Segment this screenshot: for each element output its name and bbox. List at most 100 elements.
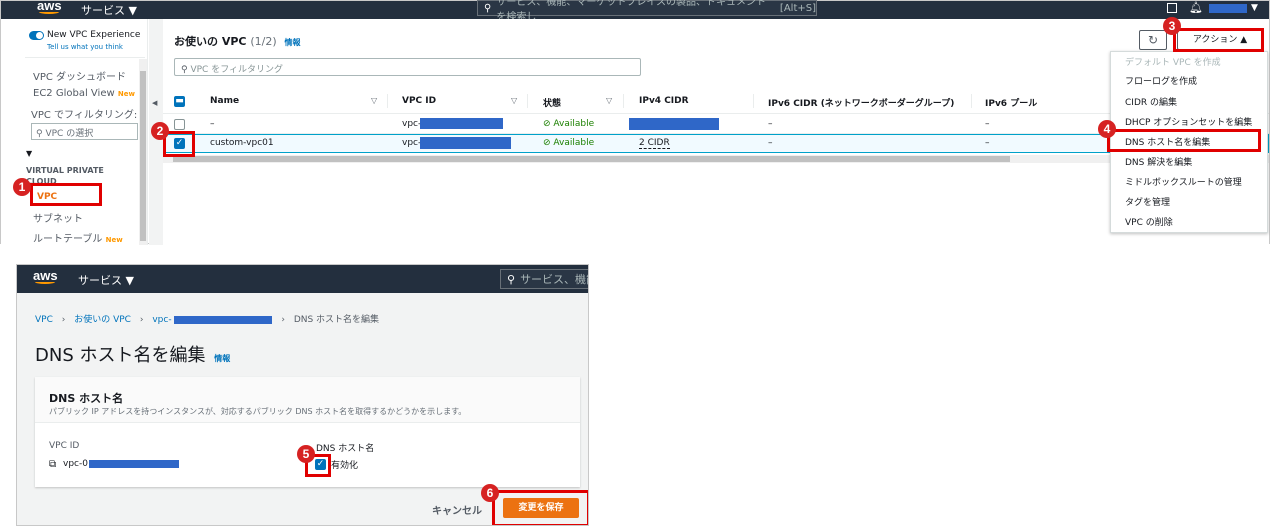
dns-hostnames-label: DNS ホスト名 <box>316 444 375 454</box>
refresh-button[interactable]: ↻ <box>1139 30 1167 50</box>
callout-box-save-button <box>492 490 588 525</box>
enable-label[interactable]: 有効化 <box>331 458 358 471</box>
menu-item-create-flow-log[interactable]: フローログを作成 <box>1125 74 1197 87</box>
row-ipv4-cidr-link[interactable]: 2 CIDR <box>639 138 670 149</box>
callout-badge-2: 2 <box>151 122 169 140</box>
sidebar-item-ec2-global-view[interactable]: EC2 Global View New <box>33 88 135 99</box>
vpc-count: (1/2) <box>250 35 277 48</box>
breadcrumb-your-vpcs[interactable]: お使いの VPC <box>74 315 131 325</box>
search-placeholder: サービス、機能 <box>520 273 588 286</box>
callout-box-vpc <box>30 183 102 206</box>
vpc-filter-input[interactable]: ⚲ VPC をフィルタリング <box>174 58 641 76</box>
column-divider <box>753 94 754 108</box>
info-link[interactable]: 情報 <box>214 354 230 363</box>
row-ipv6: – <box>768 138 773 148</box>
breadcrumb-current: DNS ホスト名を編集 <box>293 315 380 325</box>
sidebar-item-route-tables[interactable]: ルートテーブル New <box>33 230 123 245</box>
redacted-vpc-id <box>89 460 179 468</box>
menu-item-delete-vpc[interactable]: VPC の削除 <box>1125 215 1173 228</box>
bell-icon[interactable]: 🔔︎ <box>1189 1 1203 14</box>
menu-item-edit-dhcp[interactable]: DHCP オプションセットを編集 <box>1125 115 1252 128</box>
chevron-right-icon: › <box>139 315 144 325</box>
sidebar: New VPC Experience Tell us what you thin… <box>1 19 148 245</box>
page-title: DNS ホスト名を編集 情報 <box>35 341 230 367</box>
menu-item-manage-tags[interactable]: タグを管理 <box>1125 195 1170 208</box>
callout-badge-5: 5 <box>297 445 315 463</box>
aws-logo-smile-icon <box>39 10 59 14</box>
scrollbar-thumb[interactable] <box>173 156 1010 162</box>
callout-badge-6: 6 <box>481 484 499 502</box>
global-search-input[interactable]: ⚲ サービス、機能、マーケットプレイスの製品、ドキュメントを検索し [Alt+S… <box>477 0 817 23</box>
copy-icon[interactable]: ⧉ <box>49 459 56 470</box>
column-header-vpc-id[interactable]: VPC ID <box>402 96 436 106</box>
column-header-state[interactable]: 状態 <box>543 96 561 109</box>
column-divider <box>387 94 388 108</box>
scrollbar-thumb[interactable] <box>140 71 146 241</box>
breadcrumb-vpc[interactable]: VPC <box>35 315 53 325</box>
panel-description: パブリック IP アドレスを持つインスタンスが、対応するパブリック DNS ホス… <box>49 407 467 416</box>
row-vpc-id-link[interactable]: vpc- <box>402 119 421 129</box>
column-divider <box>623 94 624 108</box>
table-horizontal-scrollbar[interactable] <box>163 155 1269 163</box>
vpc-id-value: vpc-0 <box>63 459 88 469</box>
callout-box-actions <box>1173 28 1264 52</box>
column-header-ipv4-cidr[interactable]: IPv4 CIDR <box>639 96 689 106</box>
redacted-vpc-id <box>420 118 503 129</box>
new-vpc-experience-label: New VPC Experience <box>47 30 141 40</box>
breadcrumb: VPC › お使いの VPC › vpc- › DNS ホスト名を編集 <box>35 312 379 325</box>
sort-icon[interactable]: ▽ <box>371 96 377 105</box>
select-all-checkbox[interactable]: ▬ <box>174 96 185 107</box>
tell-us-link[interactable]: Tell us what you think <box>47 43 123 51</box>
page-title-text: DNS ホスト名を編集 <box>35 345 206 366</box>
sidebar-vpc-filter-select[interactable]: ⚲ VPC の選択 <box>31 123 138 140</box>
services-menu[interactable]: サービス ▼ <box>78 272 134 288</box>
filter-placeholder: VPC の選択 <box>45 129 94 139</box>
screenshot-edit-dns-hostnames: aws サービス ▼ ⚲ サービス、機能 VPC › お使いの VPC › vp… <box>16 264 589 526</box>
top-navigation-bar: aws サービス ▼ ⚲ サービス、機能 <box>17 265 588 293</box>
aws-logo-smile-icon <box>35 280 55 284</box>
page-title: お使いの VPC (1/2) 情報 <box>174 33 300 49</box>
table-header: ▬ Name ▽ VPC ID ▽ 状態 ▽ IPv4 CIDR IPv6 CI… <box>163 90 1269 114</box>
column-header-ipv6-pool[interactable]: IPv6 プール <box>985 96 1037 109</box>
top-navigation-bar: aws サービス ▼ ⚲ サービス、機能、マーケットプレイスの製品、ドキュメント… <box>1 0 1269 23</box>
filter-placeholder: VPC をフィルタリング <box>190 65 284 75</box>
row-pool: – <box>985 138 990 148</box>
column-header-ipv6-cidr[interactable]: IPv6 CIDR (ネットワークボーダーグループ) <box>768 96 954 109</box>
redacted-ipv4-cidr <box>629 118 719 130</box>
breadcrumb-vpc-id[interactable]: vpc- <box>152 315 171 325</box>
search-icon: ⚲ <box>36 129 43 139</box>
redacted-vpc-id <box>420 137 511 149</box>
panel-title: DNS ホスト名 <box>49 392 124 405</box>
search-icon: ⚲ <box>181 65 188 75</box>
global-search-input[interactable]: ⚲ サービス、機能 <box>500 269 588 289</box>
column-divider <box>971 94 972 108</box>
sidebar-scrollbar[interactable] <box>139 59 147 245</box>
services-menu[interactable]: サービス ▼ <box>81 2 137 18</box>
column-divider <box>527 94 528 108</box>
column-header-name[interactable]: Name <box>210 96 239 106</box>
row-vpc-id-link[interactable]: vpc- <box>402 138 421 148</box>
new-badge: New <box>117 90 135 98</box>
row-status-text: Available <box>553 138 595 148</box>
account-dropdown-icon[interactable]: ▼ <box>1251 3 1258 13</box>
check-circle-icon: ⊘ <box>543 119 551 129</box>
sort-icon[interactable]: ▽ <box>511 96 517 105</box>
menu-item-edit-dns-resolution[interactable]: DNS 解決を編集 <box>1125 155 1192 168</box>
info-link[interactable]: 情報 <box>284 38 300 47</box>
vpc-list-title: お使いの VPC <box>174 35 247 48</box>
account-menu-redacted[interactable] <box>1209 4 1247 13</box>
cancel-button[interactable]: キャンセル <box>432 502 482 517</box>
screenshot-vpc-list: aws サービス ▼ ⚲ サービス、機能、マーケットプレイスの製品、ドキュメント… <box>0 0 1270 245</box>
sort-icon[interactable]: ▽ <box>606 96 612 105</box>
sidebar-item-vpc-dashboard[interactable]: VPC ダッシュボード <box>33 68 126 83</box>
collapse-section-icon[interactable]: ▼ <box>26 149 32 158</box>
menu-item-manage-middlebox-routes[interactable]: ミドルボックスルートの管理 <box>1125 175 1242 188</box>
menu-item-edit-cidr[interactable]: CIDR の編集 <box>1125 95 1177 108</box>
callout-badge-1: 1 <box>13 178 31 196</box>
row-checkbox[interactable] <box>174 119 185 130</box>
sidebar-item-subnets[interactable]: サブネット <box>33 210 83 225</box>
menu-item-create-default-vpc[interactable]: デフォルト VPC を作成 <box>1125 55 1221 68</box>
callout-box-dns-hostnames <box>1107 129 1261 152</box>
cloudshell-icon[interactable] <box>1167 3 1177 13</box>
collapse-sidebar-icon[interactable]: ◀ <box>152 99 157 107</box>
